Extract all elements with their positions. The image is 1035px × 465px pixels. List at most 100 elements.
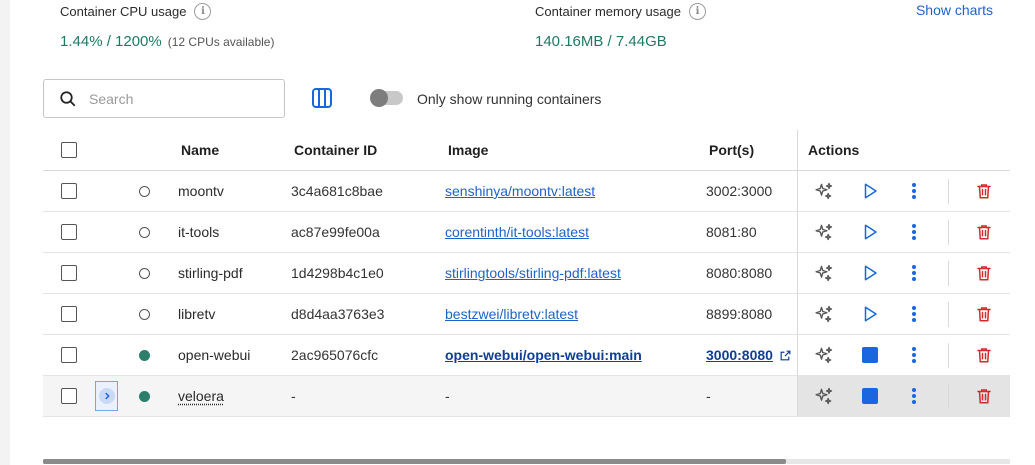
select-all-checkbox[interactable] [61, 142, 77, 158]
external-link-icon[interactable] [779, 349, 792, 362]
container-name[interactable]: moontv [178, 183, 224, 199]
cpu-usage-stat: Container CPU usage i 1.44% / 1200% (12 … [60, 2, 275, 50]
start-button[interactable] [856, 253, 884, 293]
sparkles-icon[interactable] [810, 171, 838, 211]
cpu-usage-value: 1.44% / 1200% [60, 33, 162, 50]
trash-icon[interactable] [970, 294, 998, 334]
container-image: - [445, 388, 450, 404]
header-name[interactable]: Name [181, 130, 219, 170]
play-icon [861, 223, 879, 241]
status-stopped-icon [139, 185, 150, 197]
kebab-menu-icon[interactable] [902, 294, 926, 334]
table-row[interactable]: veloera - - - [43, 376, 1010, 417]
actions-divider [948, 343, 949, 368]
container-name[interactable]: it-tools [178, 224, 219, 240]
container-image[interactable]: open-webui/open-webui:main [445, 347, 642, 363]
container-name[interactable]: veloera [178, 388, 224, 404]
kebab-menu-icon[interactable] [902, 212, 926, 252]
show-charts-link[interactable]: Show charts [916, 2, 993, 18]
header-image[interactable]: Image [448, 130, 488, 170]
container-name[interactable]: stirling-pdf [178, 265, 243, 281]
kebab-menu-icon[interactable] [902, 335, 926, 375]
header-actions: Actions [808, 142, 860, 158]
info-icon[interactable]: i [194, 2, 212, 20]
stop-icon [862, 388, 878, 404]
memory-usage-stat: Container memory usage i 140.16MB / 7.44… [535, 2, 706, 50]
actions-divider [948, 302, 949, 327]
container-name[interactable]: open-webui [178, 347, 250, 363]
container-image[interactable]: senshinya/moontv:latest [445, 183, 595, 199]
container-ports: 8080:8080 [706, 265, 773, 281]
start-button[interactable] [856, 212, 884, 252]
chevron-right-icon [98, 388, 115, 404]
table-row[interactable]: it-tools ac87e99fe00a corentinth/it-tool… [43, 212, 1010, 253]
kebab-menu-icon[interactable] [902, 171, 926, 211]
container-image[interactable]: corentinth/it-tools:latest [445, 224, 589, 240]
play-icon [861, 182, 879, 200]
status-stopped-icon [139, 226, 150, 238]
memory-usage-label: Container memory usage [535, 3, 681, 19]
expand-row-button[interactable] [95, 381, 118, 411]
stop-button[interactable] [856, 376, 884, 416]
left-rail [0, 0, 10, 465]
cpu-count-note: (12 CPUs available) [167, 35, 275, 49]
actions-divider [948, 261, 949, 286]
table-row[interactable]: open-webui 2ac965076cfc open-webui/open-… [43, 335, 1010, 376]
row-checkbox[interactable] [61, 388, 77, 404]
start-button[interactable] [856, 294, 884, 334]
table-header: Name Container ID Image Port(s) Actions [43, 130, 1010, 171]
container-id: 1d4298b4c1e0 [291, 265, 384, 281]
row-checkbox[interactable] [61, 347, 77, 363]
sparkles-icon[interactable] [810, 335, 838, 375]
info-icon[interactable]: i [688, 2, 706, 20]
container-ports: 8899:8080 [706, 306, 773, 322]
containers-table: Name Container ID Image Port(s) Actions … [43, 130, 1010, 417]
sparkles-icon[interactable] [810, 376, 838, 416]
actions-divider [948, 384, 949, 409]
sparkles-icon[interactable] [810, 253, 838, 293]
actions-divider [948, 179, 949, 204]
trash-icon[interactable] [970, 335, 998, 375]
trash-icon[interactable] [970, 253, 998, 293]
row-checkbox[interactable] [61, 265, 77, 281]
container-ports[interactable]: 3000:8080 [706, 347, 773, 363]
sparkles-icon[interactable] [810, 294, 838, 334]
table-row[interactable]: stirling-pdf 1d4298b4c1e0 stirlingtools/… [43, 253, 1010, 294]
container-image[interactable]: bestzwei/libretv:latest [445, 306, 578, 322]
status-stopped-icon [139, 267, 150, 279]
trash-icon[interactable] [970, 212, 998, 252]
row-checkbox[interactable] [61, 224, 77, 240]
search-box[interactable] [43, 79, 285, 118]
table-row[interactable]: moontv 3c4a681c8bae senshinya/moontv:lat… [43, 171, 1010, 212]
play-icon [861, 305, 879, 323]
trash-icon[interactable] [970, 376, 998, 416]
table-row[interactable]: libretv d8d4aa3763e3 bestzwei/libretv:la… [43, 294, 1010, 335]
header-container-id[interactable]: Container ID [294, 130, 377, 170]
horizontal-scrollbar-thumb[interactable] [43, 459, 786, 464]
container-ports: 3002:3000 [706, 183, 773, 199]
row-checkbox[interactable] [61, 306, 77, 322]
trash-icon[interactable] [970, 171, 998, 211]
container-id: 2ac965076cfc [291, 347, 379, 363]
container-id: ac87e99fe00a [291, 224, 380, 240]
kebab-menu-icon[interactable] [902, 376, 926, 416]
container-image[interactable]: stirlingtools/stirling-pdf:latest [445, 265, 621, 281]
running-only-toggle[interactable] [370, 89, 403, 107]
sparkles-icon[interactable] [810, 212, 838, 252]
toggle-knob [370, 89, 388, 107]
container-id: d8d4aa3763e3 [291, 306, 385, 322]
stop-icon [862, 347, 878, 363]
container-ports: - [706, 388, 711, 404]
search-icon [60, 90, 76, 106]
start-button[interactable] [856, 171, 884, 211]
memory-usage-value: 140.16MB / 7.44GB [535, 33, 667, 50]
header-ports[interactable]: Port(s) [709, 130, 754, 170]
container-name[interactable]: libretv [178, 306, 215, 322]
search-input[interactable] [89, 90, 259, 107]
kebab-menu-icon[interactable] [902, 253, 926, 293]
columns-icon[interactable] [310, 86, 334, 110]
status-running-icon [139, 390, 150, 402]
container-id: 3c4a681c8bae [291, 183, 383, 199]
stop-button[interactable] [856, 335, 884, 375]
row-checkbox[interactable] [61, 183, 77, 199]
